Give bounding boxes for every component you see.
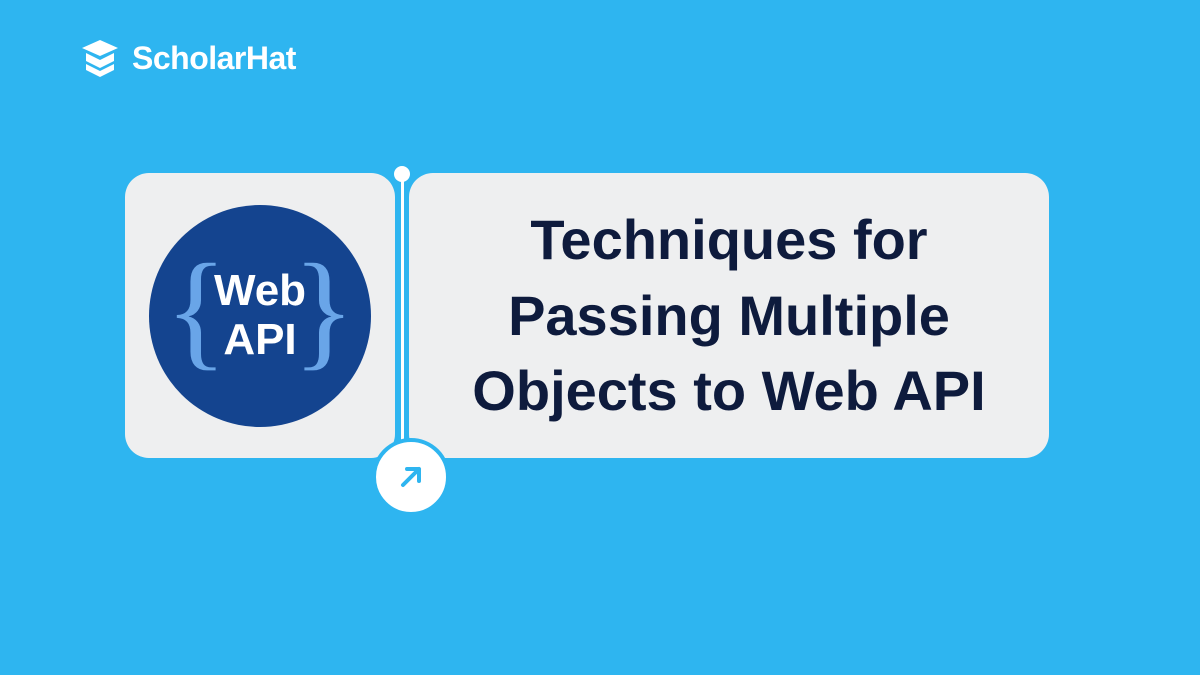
brand-logo: ScholarHat xyxy=(78,38,296,78)
connector xyxy=(395,173,409,458)
connector-dot-icon xyxy=(394,166,410,182)
right-card: Techniques for Passing Multiple Objects … xyxy=(409,173,1049,458)
scholarhat-icon xyxy=(78,38,122,78)
arrow-button[interactable] xyxy=(372,438,450,516)
arrow-up-right-icon xyxy=(395,461,427,493)
article-title: Techniques for Passing Multiple Objects … xyxy=(449,202,1009,429)
brace-right-icon: } xyxy=(293,245,355,375)
brace-left-icon: { xyxy=(165,245,227,375)
left-card: { Web API } xyxy=(125,173,395,458)
content-container: { Web API } Techniques for Passing Multi… xyxy=(125,173,1049,458)
brand-name: ScholarHat xyxy=(132,40,296,77)
web-api-badge: { Web API } xyxy=(149,205,371,427)
connector-line-icon xyxy=(401,173,404,458)
